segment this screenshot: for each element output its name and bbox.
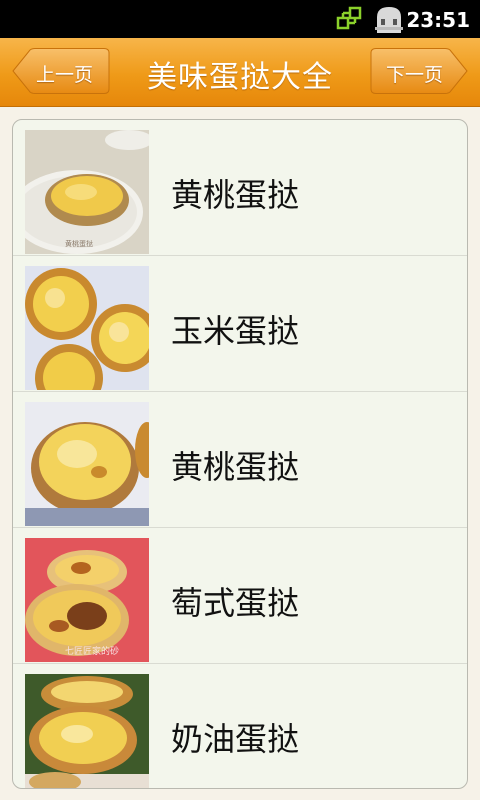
egg-tarts-on-doily-photo bbox=[25, 266, 149, 390]
title-bar: 上一页 美味蛋挞大全 下一页 bbox=[0, 38, 480, 107]
status-time: 23:51 bbox=[406, 8, 470, 32]
list-item-label: 玉米蛋挞 bbox=[171, 312, 300, 350]
list-item-label: 奶油蛋挞 bbox=[171, 720, 300, 758]
cream-tart-photo bbox=[25, 674, 149, 788]
next-page-button[interactable]: 下一页 bbox=[370, 48, 468, 94]
list-item[interactable]: 黄桃蛋挞 黄桃蛋挞 bbox=[13, 120, 467, 256]
egg-tart-on-plate-photo: 黄桃蛋挞 bbox=[25, 130, 149, 254]
portuguese-tart-photo: 七匠匠家的砂 bbox=[25, 538, 149, 662]
list-item[interactable]: 七匠匠家的砂 萄式蛋挞 bbox=[13, 528, 467, 664]
list-item-label: 黄桃蛋挞 bbox=[171, 176, 300, 214]
list-item-label: 萄式蛋挞 bbox=[171, 584, 300, 622]
status-bar: 23:51 bbox=[0, 0, 480, 38]
list-item-label: 黄桃蛋挞 bbox=[171, 448, 300, 486]
svg-text:黄桃蛋挞: 黄桃蛋挞 bbox=[65, 239, 93, 248]
usb-debug-icon bbox=[375, 7, 403, 33]
list-item[interactable]: 玉米蛋挞 bbox=[13, 256, 467, 392]
recipe-list: 黄桃蛋挞 黄桃蛋挞 玉米蛋挞 黄桃蛋挞 七匠匠家的砂 萄式蛋挞 奶油蛋挞 bbox=[12, 119, 468, 789]
network-sync-icon bbox=[336, 6, 362, 30]
svg-text:七匠匠家的砂: 七匠匠家的砂 bbox=[65, 645, 119, 657]
egg-tart-lace-doily-photo bbox=[25, 402, 149, 526]
next-page-label: 下一页 bbox=[386, 64, 444, 86]
list-item[interactable]: 奶油蛋挞 bbox=[13, 664, 467, 788]
list-item[interactable]: 黄桃蛋挞 bbox=[13, 392, 467, 528]
